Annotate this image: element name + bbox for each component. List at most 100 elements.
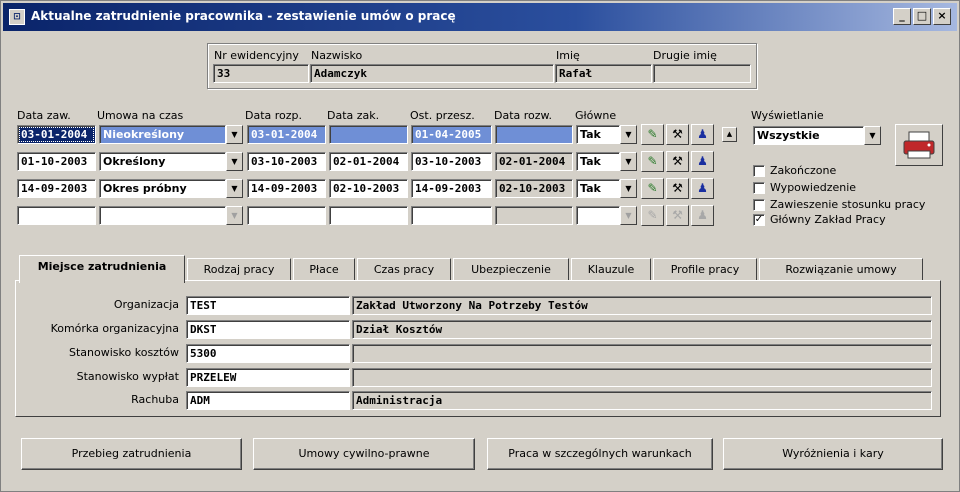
row0-umowa-value: Nieokreślony bbox=[99, 125, 226, 144]
row0-data-rozp[interactable]: 03-01-2004 bbox=[247, 125, 326, 144]
row2-data-rozw[interactable]: 02-10-2003 bbox=[495, 179, 573, 198]
row3-tool-icon[interactable]: ⚒ bbox=[666, 205, 689, 226]
nr-field[interactable]: 33 bbox=[213, 64, 309, 83]
dropdown-arrow-icon[interactable]: ▼ bbox=[226, 206, 243, 225]
row0-data-zaw[interactable]: 03-01-2004 bbox=[17, 125, 96, 144]
praca-w-szczegolnych-warunkach-button[interactable]: Praca w szczególnych warunkach bbox=[487, 438, 713, 470]
dropdown-arrow-icon[interactable]: ▼ bbox=[620, 152, 637, 171]
dropdown-arrow-icon[interactable]: ▼ bbox=[226, 179, 243, 198]
row0-ost-przesz[interactable]: 01-04-2005 bbox=[411, 125, 492, 144]
row3-data-zaw[interactable] bbox=[17, 206, 96, 225]
tab-place[interactable]: Płace bbox=[293, 258, 355, 281]
row0-data-rozw[interactable] bbox=[495, 125, 573, 144]
row3-edit-icon[interactable]: ✎ bbox=[641, 205, 664, 226]
firstname-field[interactable]: Rafał bbox=[555, 64, 652, 83]
row0-tool-icon[interactable]: ⚒ bbox=[666, 124, 689, 145]
display-select[interactable]: Wszystkie ▼ bbox=[753, 126, 881, 145]
checkbox-icon bbox=[753, 164, 765, 177]
row1-person-icon[interactable]: ♟ bbox=[691, 151, 714, 172]
secondname-field[interactable] bbox=[653, 64, 751, 83]
przebieg-zatrudnienia-button[interactable]: Przebieg zatrudnienia bbox=[21, 438, 242, 470]
workplace-name-organizacja[interactable]: Zakład Utworzony Na Potrzeby Testów bbox=[352, 296, 932, 315]
row1-data-zaw[interactable]: 01-10-2003 bbox=[17, 152, 96, 171]
row2-person-icon[interactable]: ♟ bbox=[691, 178, 714, 199]
row1-tool-icon[interactable]: ⚒ bbox=[666, 151, 689, 172]
row3-umowa-select[interactable]: ▼ bbox=[99, 206, 243, 225]
wyroznienia-i-kary-button[interactable]: Wyróżnienia i kary bbox=[723, 438, 943, 470]
row0-data-zak[interactable] bbox=[329, 125, 408, 144]
row1-data-rozp[interactable]: 03-10-2003 bbox=[247, 152, 326, 171]
row1-data-rozw[interactable]: 02-01-2004 bbox=[495, 152, 573, 171]
app-icon: ⊡ bbox=[9, 9, 25, 25]
workplace-code-stanowisko-kosztow[interactable]: 5300 bbox=[186, 344, 350, 363]
row3-data-zak[interactable] bbox=[329, 206, 408, 225]
tab-rozwiazanie-umowy[interactable]: Rozwiązanie umowy bbox=[759, 258, 923, 281]
chk-glowny-zaklad[interactable]: ✓ Główny Zakład Pracy bbox=[753, 213, 886, 226]
row3-glowne-select[interactable]: ▼ bbox=[576, 206, 637, 225]
row2-tool-icon[interactable]: ⚒ bbox=[666, 178, 689, 199]
row2-umowa-select[interactable]: Okres próbny ▼ bbox=[99, 179, 243, 198]
print-button[interactable] bbox=[895, 124, 943, 166]
row0-umowa-select[interactable]: Nieokreślony ▼ bbox=[99, 125, 243, 144]
scroll-up-icon[interactable]: ▲ bbox=[722, 127, 737, 142]
row1-data-zak[interactable]: 02-01-2004 bbox=[329, 152, 408, 171]
title-bar[interactable]: ⊡ Aktualne zatrudnienie pracownika - zes… bbox=[3, 3, 957, 31]
workplace-name-stanowisko-wyplat[interactable] bbox=[352, 368, 932, 387]
dropdown-arrow-icon[interactable]: ▼ bbox=[226, 152, 243, 171]
row2-edit-icon[interactable]: ✎ bbox=[641, 178, 664, 199]
row0-edit-icon[interactable]: ✎ bbox=[641, 124, 664, 145]
row3-umowa-value bbox=[99, 206, 226, 225]
row0-glowne-select[interactable]: Tak ▼ bbox=[576, 125, 637, 144]
dropdown-arrow-icon[interactable]: ▼ bbox=[620, 125, 637, 144]
minimize-button[interactable]: _ bbox=[893, 8, 911, 25]
tab-ubezpieczenie[interactable]: Ubezpieczenie bbox=[453, 258, 569, 281]
tab-miejsce-zatrudnienia[interactable]: Miejsce zatrudnienia bbox=[19, 255, 185, 283]
printer-icon bbox=[903, 131, 935, 159]
row2-data-zak[interactable]: 02-10-2003 bbox=[329, 179, 408, 198]
header-umowa: Umowa na czas bbox=[97, 109, 184, 122]
workplace-code-rachuba[interactable]: ADM bbox=[186, 391, 350, 410]
dropdown-arrow-icon[interactable]: ▼ bbox=[226, 125, 243, 144]
row3-data-rozp[interactable] bbox=[247, 206, 326, 225]
window-title: Aktualne zatrudnienie pracownika - zesta… bbox=[31, 9, 456, 23]
row2-glowne-select[interactable]: Tak ▼ bbox=[576, 179, 637, 198]
row0-person-icon[interactable]: ♟ bbox=[691, 124, 714, 145]
chk-wypowiedzenie[interactable]: Wypowiedzenie bbox=[753, 181, 856, 194]
dropdown-arrow-icon[interactable]: ▼ bbox=[620, 179, 637, 198]
row1-glowne-select[interactable]: Tak ▼ bbox=[576, 152, 637, 171]
row1-umowa-value: Określony bbox=[99, 152, 226, 171]
tab-rodzaj-pracy[interactable]: Rodzaj pracy bbox=[187, 258, 291, 281]
header-ost-przesz: Ost. przesz. bbox=[410, 109, 475, 122]
umowy-cywilno-prawne-button[interactable]: Umowy cywilno-prawne bbox=[253, 438, 475, 470]
row1-umowa-select[interactable]: Określony ▼ bbox=[99, 152, 243, 171]
workplace-code-organizacja[interactable]: TEST bbox=[186, 296, 350, 315]
workplace-code-stanowisko-wyplat[interactable]: PRZELEW bbox=[186, 368, 350, 387]
dropdown-arrow-icon[interactable]: ▼ bbox=[620, 206, 637, 225]
tab-profile-pracy[interactable]: Profile pracy bbox=[653, 258, 757, 281]
row3-ost-przesz[interactable] bbox=[411, 206, 492, 225]
close-button[interactable]: × bbox=[933, 8, 951, 25]
workplace-code-komorka[interactable]: DKST bbox=[186, 320, 350, 339]
maximize-button[interactable]: □ bbox=[913, 8, 931, 25]
row2-ost-przesz[interactable]: 14-09-2003 bbox=[411, 179, 492, 198]
row1-edit-icon[interactable]: ✎ bbox=[641, 151, 664, 172]
chk-zawieszenie[interactable]: Zawieszenie stosunku pracy bbox=[753, 198, 925, 211]
workplace-name-rachuba[interactable]: Administracja bbox=[352, 391, 932, 410]
workplace-name-stanowisko-kosztow[interactable] bbox=[352, 344, 932, 363]
workplace-label-stanowisko-kosztow: Stanowisko kosztów bbox=[69, 346, 179, 359]
workplace-name-komorka[interactable]: Dział Kosztów bbox=[352, 320, 932, 339]
row1-ost-przesz[interactable]: 03-10-2003 bbox=[411, 152, 492, 171]
row3-person-icon[interactable]: ♟ bbox=[691, 205, 714, 226]
tab-klauzule[interactable]: Klauzule bbox=[571, 258, 651, 281]
checkbox-icon bbox=[753, 181, 765, 194]
row0-glowne-value: Tak bbox=[576, 125, 620, 144]
chk-zakonczone[interactable]: Zakończone bbox=[753, 164, 836, 177]
row2-data-zaw[interactable]: 14-09-2003 bbox=[17, 179, 96, 198]
row2-data-rozp[interactable]: 14-09-2003 bbox=[247, 179, 326, 198]
tab-czas-pracy[interactable]: Czas pracy bbox=[357, 258, 451, 281]
row1-glowne-value: Tak bbox=[576, 152, 620, 171]
main-window: ⊡ Aktualne zatrudnienie pracownika - zes… bbox=[0, 0, 960, 492]
surname-field[interactable]: Adamczyk bbox=[310, 64, 554, 83]
dropdown-arrow-icon[interactable]: ▼ bbox=[864, 126, 881, 145]
row3-data-rozw[interactable] bbox=[495, 206, 573, 225]
